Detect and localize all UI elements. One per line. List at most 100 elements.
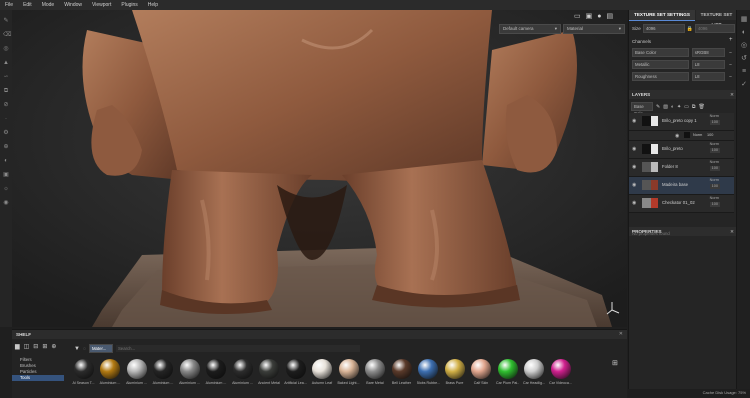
add-channel-icon[interactable]: + (729, 37, 733, 43)
material-item[interactable]: Aluminium ... (99, 359, 122, 385)
clock-icon[interactable]: ◌ (83, 346, 86, 352)
material-item[interactable]: Aluminium ... (152, 359, 175, 385)
3d-viewport[interactable] (12, 10, 627, 327)
shelf-search-input[interactable] (115, 345, 360, 352)
material-item[interactable]: Bell Leather (390, 359, 413, 385)
filter-chip[interactable]: Mater... (88, 344, 113, 353)
material-item[interactable]: Bare Metal (364, 359, 387, 385)
size-select[interactable]: 4096 (642, 24, 685, 33)
display-icon[interactable]: ◐ (741, 29, 748, 36)
category-tools[interactable]: Tools (12, 375, 64, 381)
texture-set-icon[interactable]: ▦ (741, 16, 748, 23)
display-settings-icon[interactable]: ☼ (3, 186, 9, 192)
folder-icon[interactable]: ▆ (15, 343, 20, 350)
paint-brush-tool-icon[interactable]: ✎ (3, 18, 9, 24)
layer-blend[interactable]: Norm 100 (709, 142, 720, 153)
channel-format[interactable]: L8 (691, 60, 726, 69)
remove-channel-icon[interactable]: − (729, 74, 732, 80)
material-item[interactable]: Artificial Lea... (284, 359, 307, 385)
measure-icon[interactable]: ⊕ (3, 144, 9, 150)
geometry-icon[interactable]: ▣ (3, 172, 9, 178)
eraser-tool-icon[interactable]: ⌫ (3, 32, 11, 38)
lock-icon[interactable]: 🔒 (687, 26, 693, 32)
grid-icon[interactable]: ⊞ (42, 343, 47, 350)
folder-icon[interactable]: ▭ (684, 104, 689, 110)
layer-blend[interactable]: Norm 100 (709, 160, 720, 171)
new-window-icon[interactable]: ◫ (24, 343, 30, 350)
color-picker-icon[interactable]: ⊘ (3, 102, 9, 108)
log-icon[interactable]: ≡ (741, 68, 748, 75)
close-icon[interactable]: ✕ (730, 90, 734, 99)
camera-icon[interactable]: ● (597, 13, 601, 20)
screenshot-icon[interactable]: ▤ (606, 12, 613, 20)
add-icon[interactable]: ⊕ (51, 343, 56, 350)
layer-row[interactable]: ◉ Checkator 01_02 Norm 100 (629, 195, 734, 213)
material-item[interactable]: Car Headlig... (523, 359, 546, 385)
mask-icon[interactable]: ◐ (3, 158, 9, 164)
layer-row-selected[interactable]: ◉ Madeira base Norm 100 (629, 177, 734, 195)
menu-window[interactable]: Window (59, 0, 87, 10)
tab-texture-set-list[interactable]: TEXTURE SET LIST (696, 10, 737, 27)
menu-viewport[interactable]: Viewport (87, 0, 116, 10)
menu-file[interactable]: File (0, 0, 18, 10)
camera-settings-icon[interactable]: ◉ (3, 200, 9, 206)
layer-row[interactable]: ◉ Brilo_preto Norm 100 (629, 141, 734, 159)
remove-channel-icon[interactable]: − (729, 50, 732, 56)
material-item[interactable]: Autumn Leaf (311, 359, 334, 385)
layer-row[interactable]: ◉ Brilo_preto copy 1 Norm 100 (629, 113, 734, 131)
material-item[interactable]: Car Videoca... (549, 359, 572, 385)
eye-icon[interactable]: ◉ (632, 200, 636, 206)
channel-format[interactable]: L8 (691, 72, 726, 81)
filter-icon[interactable]: ▼ (74, 346, 80, 352)
menu-mode[interactable]: Mode (37, 0, 60, 10)
eye-icon[interactable]: ◉ (632, 182, 636, 188)
smudge-tool-icon[interactable]: ∽ (3, 74, 9, 80)
material-item[interactable]: Baked Light... (337, 359, 360, 385)
display-mode-select[interactable]: Material ▾ (563, 24, 625, 34)
projection-tool-icon[interactable]: ◎ (3, 46, 9, 52)
material-item[interactable]: Al Season T... (72, 359, 95, 385)
material-item[interactable]: Aluminium ... (125, 359, 148, 385)
material-item[interactable]: Aluminium ... (178, 359, 201, 385)
eye-icon[interactable]: ◉ (632, 118, 636, 124)
paint-layer-icon[interactable]: ✎ (656, 104, 660, 110)
menu-help[interactable]: Help (143, 0, 163, 10)
bake-icon[interactable]: ⚙ (3, 130, 9, 136)
grid-view-icon[interactable]: ⊞ (612, 359, 618, 367)
fill-layer-icon[interactable]: ▧ (663, 104, 668, 110)
eye-icon[interactable]: ◉ (632, 164, 636, 170)
render-icon[interactable]: ▣ (586, 12, 593, 20)
material-item[interactable]: Aluminium ... (231, 359, 254, 385)
mask-icon[interactable]: ◐ (671, 104, 674, 110)
polygon-fill-tool-icon[interactable]: ▲ (3, 60, 9, 66)
material-item[interactable]: Car Plum Pai... (496, 359, 519, 385)
channel-select[interactable]: Base Colo (631, 102, 653, 116)
sublayer-blend[interactable]: Norm (693, 133, 702, 137)
material-item[interactable]: Calf Skin (470, 359, 493, 385)
remove-channel-icon[interactable]: − (729, 62, 732, 68)
material-item[interactable]: Brass Pure (443, 359, 466, 385)
layer-blend[interactable]: Norm 100 (709, 196, 720, 207)
delete-icon[interactable]: 🗑 (698, 104, 704, 110)
close-icon[interactable]: ✕ (730, 227, 734, 236)
tab-texture-set-settings[interactable]: TEXTURE SET SETTINGS (629, 10, 695, 21)
material-item[interactable]: Ancient Metal (258, 359, 281, 385)
camera-select[interactable]: Default camera ▾ (499, 24, 561, 34)
clone-tool-icon[interactable]: ⧉ (3, 88, 9, 94)
menu-plugins[interactable]: Plugins (116, 0, 142, 10)
eye-icon[interactable]: ◉ (632, 146, 636, 152)
screen-icon[interactable]: ▭ (574, 12, 581, 20)
close-icon[interactable]: ✕ (619, 331, 623, 337)
duplicate-icon[interactable]: ⧉ (692, 104, 696, 110)
history-icon[interactable]: ↺ (741, 55, 748, 62)
import-icon[interactable]: ⊟ (33, 343, 38, 350)
eye-icon[interactable]: ◉ (675, 133, 679, 139)
material-item[interactable]: Aluminium ... (205, 359, 228, 385)
effect-icon[interactable]: ✦ (677, 104, 681, 110)
layer-row[interactable]: ◉ Folder 8 Norm 100 (629, 159, 734, 177)
channel-format[interactable]: sRGB8 (691, 48, 726, 57)
layer-blend[interactable]: Norm 100 (709, 114, 720, 125)
menu-edit[interactable]: Edit (18, 0, 37, 10)
shader-icon[interactable]: ◎ (741, 42, 748, 49)
validation-icon[interactable]: ✓ (741, 81, 748, 88)
